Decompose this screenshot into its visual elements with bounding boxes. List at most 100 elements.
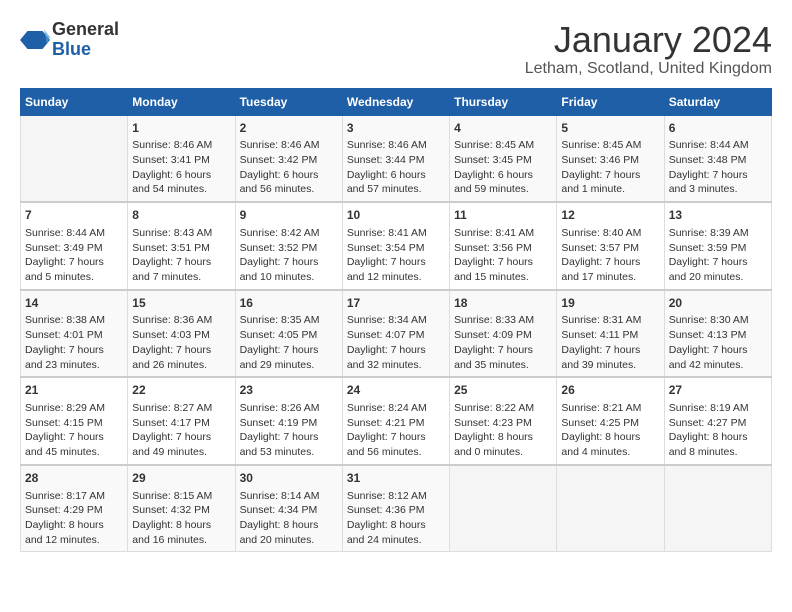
calendar-cell: 16Sunrise: 8:35 AMSunset: 4:05 PMDayligh… — [235, 290, 342, 378]
day-info: Sunrise: 8:22 AMSunset: 4:23 PMDaylight:… — [454, 401, 552, 460]
day-number: 13 — [669, 207, 767, 224]
day-number: 9 — [240, 207, 338, 224]
calendar-cell: 31 Sunrise: 8:12 AMSunset: 4:36 PMDayligh… — [342, 465, 449, 552]
calendar-body: 1Sunrise: 8:46 AMSunset: 3:41 PMDaylight… — [21, 115, 772, 552]
header-day-tuesday: Tuesday — [235, 88, 342, 115]
calendar-cell: 23 Sunrise: 8:26 AMSunset: 4:19 PMDayligh… — [235, 377, 342, 465]
day-info: Sunrise: 8:26 AMSunset: 4:19 PMDaylight:… — [240, 401, 338, 460]
day-info: Sunrise: 8:41 AMSunset: 3:54 PMDaylight:… — [347, 226, 445, 285]
day-number: 14 — [25, 295, 123, 312]
calendar-cell — [557, 465, 664, 552]
calendar-cell — [21, 115, 128, 202]
day-info: Sunrise: 8:42 AMSunset: 3:52 PMDaylight:… — [240, 226, 338, 285]
calendar-cell: 10 Sunrise: 8:41 AMSunset: 3:54 PMDayligh… — [342, 202, 449, 290]
day-number: 6 — [669, 120, 767, 137]
day-number: 31 — [347, 470, 445, 487]
day-number: 22 — [132, 382, 230, 399]
week-row-4: 21 Sunrise: 8:29 AMSunset: 4:15 PMDayligh… — [21, 377, 772, 465]
day-number: 19 — [561, 295, 659, 312]
day-info: Sunrise: 8:46 AMSunset: 3:42 PMDaylight:… — [240, 138, 338, 197]
day-number: 30 — [240, 470, 338, 487]
day-number: 11 — [454, 207, 552, 224]
day-number: 29 — [132, 470, 230, 487]
calendar-cell: 1Sunrise: 8:46 AMSunset: 3:41 PMDaylight… — [128, 115, 235, 202]
day-number: 10 — [347, 207, 445, 224]
calendar-cell: 8 Sunrise: 8:43 AMSunset: 3:51 PMDaylight… — [128, 202, 235, 290]
day-info: Sunrise: 8:46 AMSunset: 3:44 PMDaylight:… — [347, 138, 445, 197]
logo-general: General — [52, 19, 119, 39]
day-info: Sunrise: 8:44 AMSunset: 3:49 PMDaylight:… — [25, 226, 123, 285]
day-info: Sunrise: 8:35 AMSunset: 4:05 PMDaylight:… — [240, 313, 338, 372]
day-number: 23 — [240, 382, 338, 399]
day-number: 8 — [132, 207, 230, 224]
page-header: General Blue January 2024 Letham, Scotla… — [20, 20, 772, 78]
day-info: Sunrise: 8:44 AMSunset: 3:48 PMDaylight:… — [669, 138, 767, 197]
calendar-cell: 5Sunrise: 8:45 AMSunset: 3:46 PMDaylight… — [557, 115, 664, 202]
title-block: January 2024 Letham, Scotland, United Ki… — [525, 20, 772, 78]
day-info: Sunrise: 8:14 AMSunset: 4:34 PMDaylight:… — [240, 489, 338, 548]
logo: General Blue — [20, 20, 119, 60]
location: Letham, Scotland, United Kingdom — [525, 60, 772, 78]
logo-blue: Blue — [52, 39, 91, 59]
calendar-cell: 27 Sunrise: 8:19 AMSunset: 4:27 PMDayligh… — [664, 377, 771, 465]
day-info: Sunrise: 8:19 AMSunset: 4:27 PMDaylight:… — [669, 401, 767, 460]
day-info: Sunrise: 8:46 AMSunset: 3:41 PMDaylight:… — [132, 138, 230, 197]
day-number: 4 — [454, 120, 552, 137]
calendar-header: SundayMondayTuesdayWednesdayThursdayFrid… — [21, 88, 772, 115]
logo-icon — [20, 25, 50, 55]
day-info: Sunrise: 8:21 AMSunset: 4:25 PMDaylight:… — [561, 401, 659, 460]
header-day-monday: Monday — [128, 88, 235, 115]
header-day-wednesday: Wednesday — [342, 88, 449, 115]
day-info: Sunrise: 8:36 AMSunset: 4:03 PMDaylight:… — [132, 313, 230, 372]
calendar-cell: 22 Sunrise: 8:27 AMSunset: 4:17 PMDayligh… — [128, 377, 235, 465]
calendar-cell: 29 Sunrise: 8:15 AMSunset: 4:32 PMDayligh… — [128, 465, 235, 552]
day-info: Sunrise: 8:24 AMSunset: 4:21 PMDaylight:… — [347, 401, 445, 460]
calendar-cell: 20Sunrise: 8:30 AMSunset: 4:13 PMDayligh… — [664, 290, 771, 378]
day-number: 28 — [25, 470, 123, 487]
calendar-cell: 13Sunrise: 8:39 AMSunset: 3:59 PMDayligh… — [664, 202, 771, 290]
calendar-cell: 24Sunrise: 8:24 AMSunset: 4:21 PMDayligh… — [342, 377, 449, 465]
day-number: 27 — [669, 382, 767, 399]
logo-text: General Blue — [52, 20, 119, 60]
calendar-cell: 2Sunrise: 8:46 AMSunset: 3:42 PMDaylight… — [235, 115, 342, 202]
day-info: Sunrise: 8:45 AMSunset: 3:45 PMDaylight:… — [454, 138, 552, 197]
calendar-cell: 17Sunrise: 8:34 AMSunset: 4:07 PMDayligh… — [342, 290, 449, 378]
calendar-cell: 19Sunrise: 8:31 AMSunset: 4:11 PMDayligh… — [557, 290, 664, 378]
week-row-3: 14Sunrise: 8:38 AMSunset: 4:01 PMDayligh… — [21, 290, 772, 378]
calendar-cell — [664, 465, 771, 552]
calendar-cell: 21 Sunrise: 8:29 AMSunset: 4:15 PMDayligh… — [21, 377, 128, 465]
calendar-cell: 30 Sunrise: 8:14 AMSunset: 4:34 PMDayligh… — [235, 465, 342, 552]
day-info: Sunrise: 8:41 AMSunset: 3:56 PMDaylight:… — [454, 226, 552, 285]
day-info: Sunrise: 8:43 AMSunset: 3:51 PMDaylight:… — [132, 226, 230, 285]
calendar-cell: 25Sunrise: 8:22 AMSunset: 4:23 PMDayligh… — [450, 377, 557, 465]
day-number: 21 — [25, 382, 123, 399]
calendar-cell: 11 Sunrise: 8:41 AMSunset: 3:56 PMDayligh… — [450, 202, 557, 290]
calendar-cell: 6Sunrise: 8:44 AMSunset: 3:48 PMDaylight… — [664, 115, 771, 202]
day-number: 5 — [561, 120, 659, 137]
day-info: Sunrise: 8:45 AMSunset: 3:46 PMDaylight:… — [561, 138, 659, 197]
header-row: SundayMondayTuesdayWednesdayThursdayFrid… — [21, 88, 772, 115]
day-number: 3 — [347, 120, 445, 137]
month-title: January 2024 — [525, 20, 772, 60]
day-info: Sunrise: 8:38 AMSunset: 4:01 PMDaylight:… — [25, 313, 123, 372]
day-number: 1 — [132, 120, 230, 137]
header-day-thursday: Thursday — [450, 88, 557, 115]
calendar-cell: 7 Sunrise: 8:44 AMSunset: 3:49 PMDaylight… — [21, 202, 128, 290]
day-number: 18 — [454, 295, 552, 312]
calendar-cell: 15Sunrise: 8:36 AMSunset: 4:03 PMDayligh… — [128, 290, 235, 378]
calendar-cell: 14Sunrise: 8:38 AMSunset: 4:01 PMDayligh… — [21, 290, 128, 378]
day-number: 17 — [347, 295, 445, 312]
day-info: Sunrise: 8:34 AMSunset: 4:07 PMDaylight:… — [347, 313, 445, 372]
day-info: Sunrise: 8:40 AMSunset: 3:57 PMDaylight:… — [561, 226, 659, 285]
calendar-cell: 3Sunrise: 8:46 AMSunset: 3:44 PMDaylight… — [342, 115, 449, 202]
calendar-cell: 18Sunrise: 8:33 AMSunset: 4:09 PMDayligh… — [450, 290, 557, 378]
day-number: 7 — [25, 207, 123, 224]
day-info: Sunrise: 8:12 AMSunset: 4:36 PMDaylight:… — [347, 489, 445, 548]
calendar-table: SundayMondayTuesdayWednesdayThursdayFrid… — [20, 88, 772, 553]
day-info: Sunrise: 8:29 AMSunset: 4:15 PMDaylight:… — [25, 401, 123, 460]
day-info: Sunrise: 8:17 AMSunset: 4:29 PMDaylight:… — [25, 489, 123, 548]
day-info: Sunrise: 8:15 AMSunset: 4:32 PMDaylight:… — [132, 489, 230, 548]
header-day-saturday: Saturday — [664, 88, 771, 115]
day-number: 16 — [240, 295, 338, 312]
day-info: Sunrise: 8:27 AMSunset: 4:17 PMDaylight:… — [132, 401, 230, 460]
